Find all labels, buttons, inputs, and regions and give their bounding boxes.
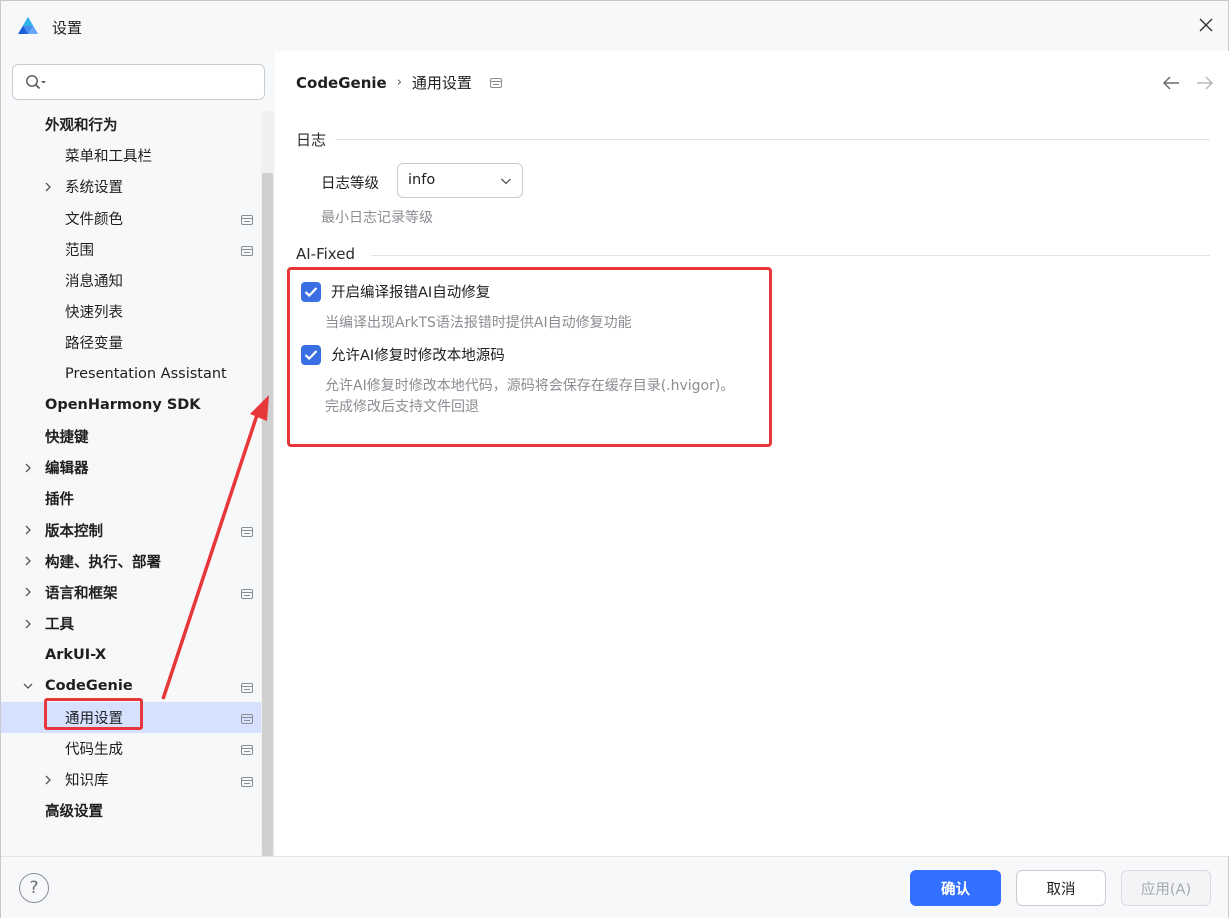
- ai-section-divider: [371, 255, 1210, 256]
- sidebar-item[interactable]: 快捷键: [1, 421, 261, 452]
- chevron-right-icon[interactable]: [22, 618, 34, 630]
- chevron-right-icon[interactable]: [42, 181, 54, 193]
- sidebar-item[interactable]: 高级设置: [1, 795, 261, 826]
- sidebar-item-label: 文件颜色: [65, 211, 123, 228]
- log-section-title: 日志: [296, 131, 327, 149]
- sidebar-item[interactable]: 范围: [1, 234, 261, 265]
- project-level-icon: [489, 77, 502, 88]
- ai-section-title: AI-Fixed: [296, 245, 355, 263]
- sidebar-item-label: 系统设置: [65, 180, 123, 197]
- sidebar-item-label: 菜单和工具栏: [65, 149, 152, 166]
- sidebar-item[interactable]: 菜单和工具栏: [1, 140, 261, 171]
- breadcrumb-separator: ›: [396, 75, 402, 90]
- sidebar-item[interactable]: 工具: [1, 608, 261, 639]
- sidebar-scrollbar-thumb[interactable]: [262, 173, 273, 856]
- log-section-divider: [335, 139, 1210, 140]
- sidebar-item-label: 版本控制: [45, 523, 103, 540]
- sidebar-item-label: 高级设置: [45, 804, 103, 821]
- help-button[interactable]: ?: [19, 873, 49, 903]
- sidebar-item-label: 路径变量: [65, 336, 123, 353]
- chevron-down-icon: [501, 178, 511, 185]
- sidebar-item-label: 知识库: [65, 773, 109, 790]
- sidebar-item-label: 工具: [45, 617, 74, 634]
- sidebar-item-label: 消息通知: [65, 274, 123, 291]
- project-level-icon: [241, 743, 253, 756]
- sidebar-item-label: Presentation Assistant: [65, 366, 227, 383]
- project-level-icon: [241, 712, 253, 725]
- chevron-right-icon[interactable]: [22, 555, 34, 567]
- project-level-icon: [241, 525, 253, 538]
- help-icon: ?: [29, 878, 39, 898]
- back-arrow-icon[interactable]: [1161, 74, 1181, 92]
- chevron-right-icon[interactable]: [22, 462, 34, 474]
- sidebar: 外观和行为菜单和工具栏 系统设置文件颜色范围消息通知快速列表路径变量 Present…: [1, 51, 275, 856]
- breadcrumb-root[interactable]: CodeGenie: [296, 74, 387, 92]
- app-logo-icon: [18, 17, 38, 34]
- sidebar-item-label: 范围: [65, 242, 94, 259]
- close-icon: [1199, 18, 1213, 32]
- sidebar-item[interactable]: OpenHarmony SDK: [1, 390, 261, 421]
- chevron-right-icon[interactable]: [22, 586, 34, 598]
- log-level-label: 日志等级: [321, 176, 379, 192]
- search-icon: [26, 75, 46, 90]
- chevron-right-icon[interactable]: [42, 774, 54, 786]
- sidebar-item-label: 构建、执行、部署: [45, 554, 161, 571]
- sidebar-item[interactable]: 代码生成: [1, 733, 261, 764]
- sidebar-item-label: 快捷键: [45, 429, 89, 446]
- sidebar-item-label: CodeGenie: [45, 677, 133, 694]
- sidebar-item[interactable]: CodeGenie: [1, 670, 261, 701]
- title-bar: 设置: [1, 1, 1228, 51]
- sidebar-item[interactable]: 消息通知: [1, 265, 261, 296]
- annotation-selected-item-box: [44, 698, 143, 730]
- sidebar-item[interactable]: 知识库: [1, 764, 261, 795]
- project-level-icon: [241, 681, 253, 693]
- sidebar-item[interactable]: 文件颜色: [1, 203, 261, 234]
- log-level-select[interactable]: info: [397, 163, 523, 198]
- sidebar-item[interactable]: 快速列表: [1, 296, 261, 327]
- apply-button[interactable]: 应用(A): [1121, 870, 1211, 906]
- sidebar-item[interactable]: 语言和框架: [1, 577, 261, 608]
- sidebar-item[interactable]: 系统设置: [1, 171, 261, 202]
- window-title: 设置: [52, 19, 83, 37]
- sidebar-item-label: 语言和框架: [45, 585, 118, 602]
- search-input[interactable]: [53, 69, 258, 95]
- settings-window: 设置 外观和行为菜单和工具栏 系统设置文件颜色范围消息通知快速列表路径变量 Pres…: [0, 0, 1229, 918]
- chevron-down-icon[interactable]: [22, 680, 34, 692]
- sidebar-item-label: 代码生成: [65, 741, 123, 758]
- sidebar-item[interactable]: ArkUI-X: [1, 639, 261, 670]
- chevron-right-icon[interactable]: [22, 524, 34, 536]
- sidebar-item[interactable]: 插件: [1, 483, 261, 514]
- sidebar-item[interactable]: Presentation Assistant: [1, 359, 261, 390]
- log-level-hint: 最小日志记录等级: [321, 210, 433, 226]
- breadcrumb-current: 通用设置: [411, 74, 472, 92]
- project-level-icon: [241, 213, 253, 226]
- annotation-highlight-box: [287, 267, 772, 447]
- settings-content: CodeGenie › 通用设置 日志 日志等级 info 最小日志记录等级 A…: [275, 51, 1229, 856]
- sidebar-item-label: 外观和行为: [45, 118, 118, 135]
- sidebar-item[interactable]: 路径变量: [1, 327, 261, 358]
- sidebar-item[interactable]: 外观和行为: [1, 109, 261, 140]
- sidebar-item[interactable]: 版本控制: [1, 514, 261, 545]
- sidebar-item-label: 编辑器: [45, 461, 89, 478]
- sidebar-item-label: 快速列表: [65, 305, 123, 322]
- project-level-icon: [241, 775, 253, 787]
- breadcrumb: CodeGenie › 通用设置: [296, 72, 502, 93]
- dialog-footer: ? 确认 取消 应用(A): [1, 856, 1228, 918]
- sidebar-item-label: 插件: [45, 492, 74, 509]
- sidebar-item-label: ArkUI-X: [45, 646, 107, 663]
- project-level-icon: [241, 587, 253, 600]
- cancel-button[interactable]: 取消: [1016, 870, 1106, 906]
- sidebar-item[interactable]: 编辑器: [1, 452, 261, 483]
- search-box[interactable]: [12, 64, 265, 100]
- project-level-icon: [241, 244, 253, 257]
- forward-arrow-icon[interactable]: [1195, 74, 1215, 92]
- sidebar-item-label: OpenHarmony SDK: [45, 397, 201, 414]
- ok-button[interactable]: 确认: [910, 870, 1001, 906]
- log-level-value: info: [408, 172, 436, 188]
- sidebar-item[interactable]: 构建、执行、部署: [1, 546, 261, 577]
- close-button[interactable]: [1194, 13, 1218, 37]
